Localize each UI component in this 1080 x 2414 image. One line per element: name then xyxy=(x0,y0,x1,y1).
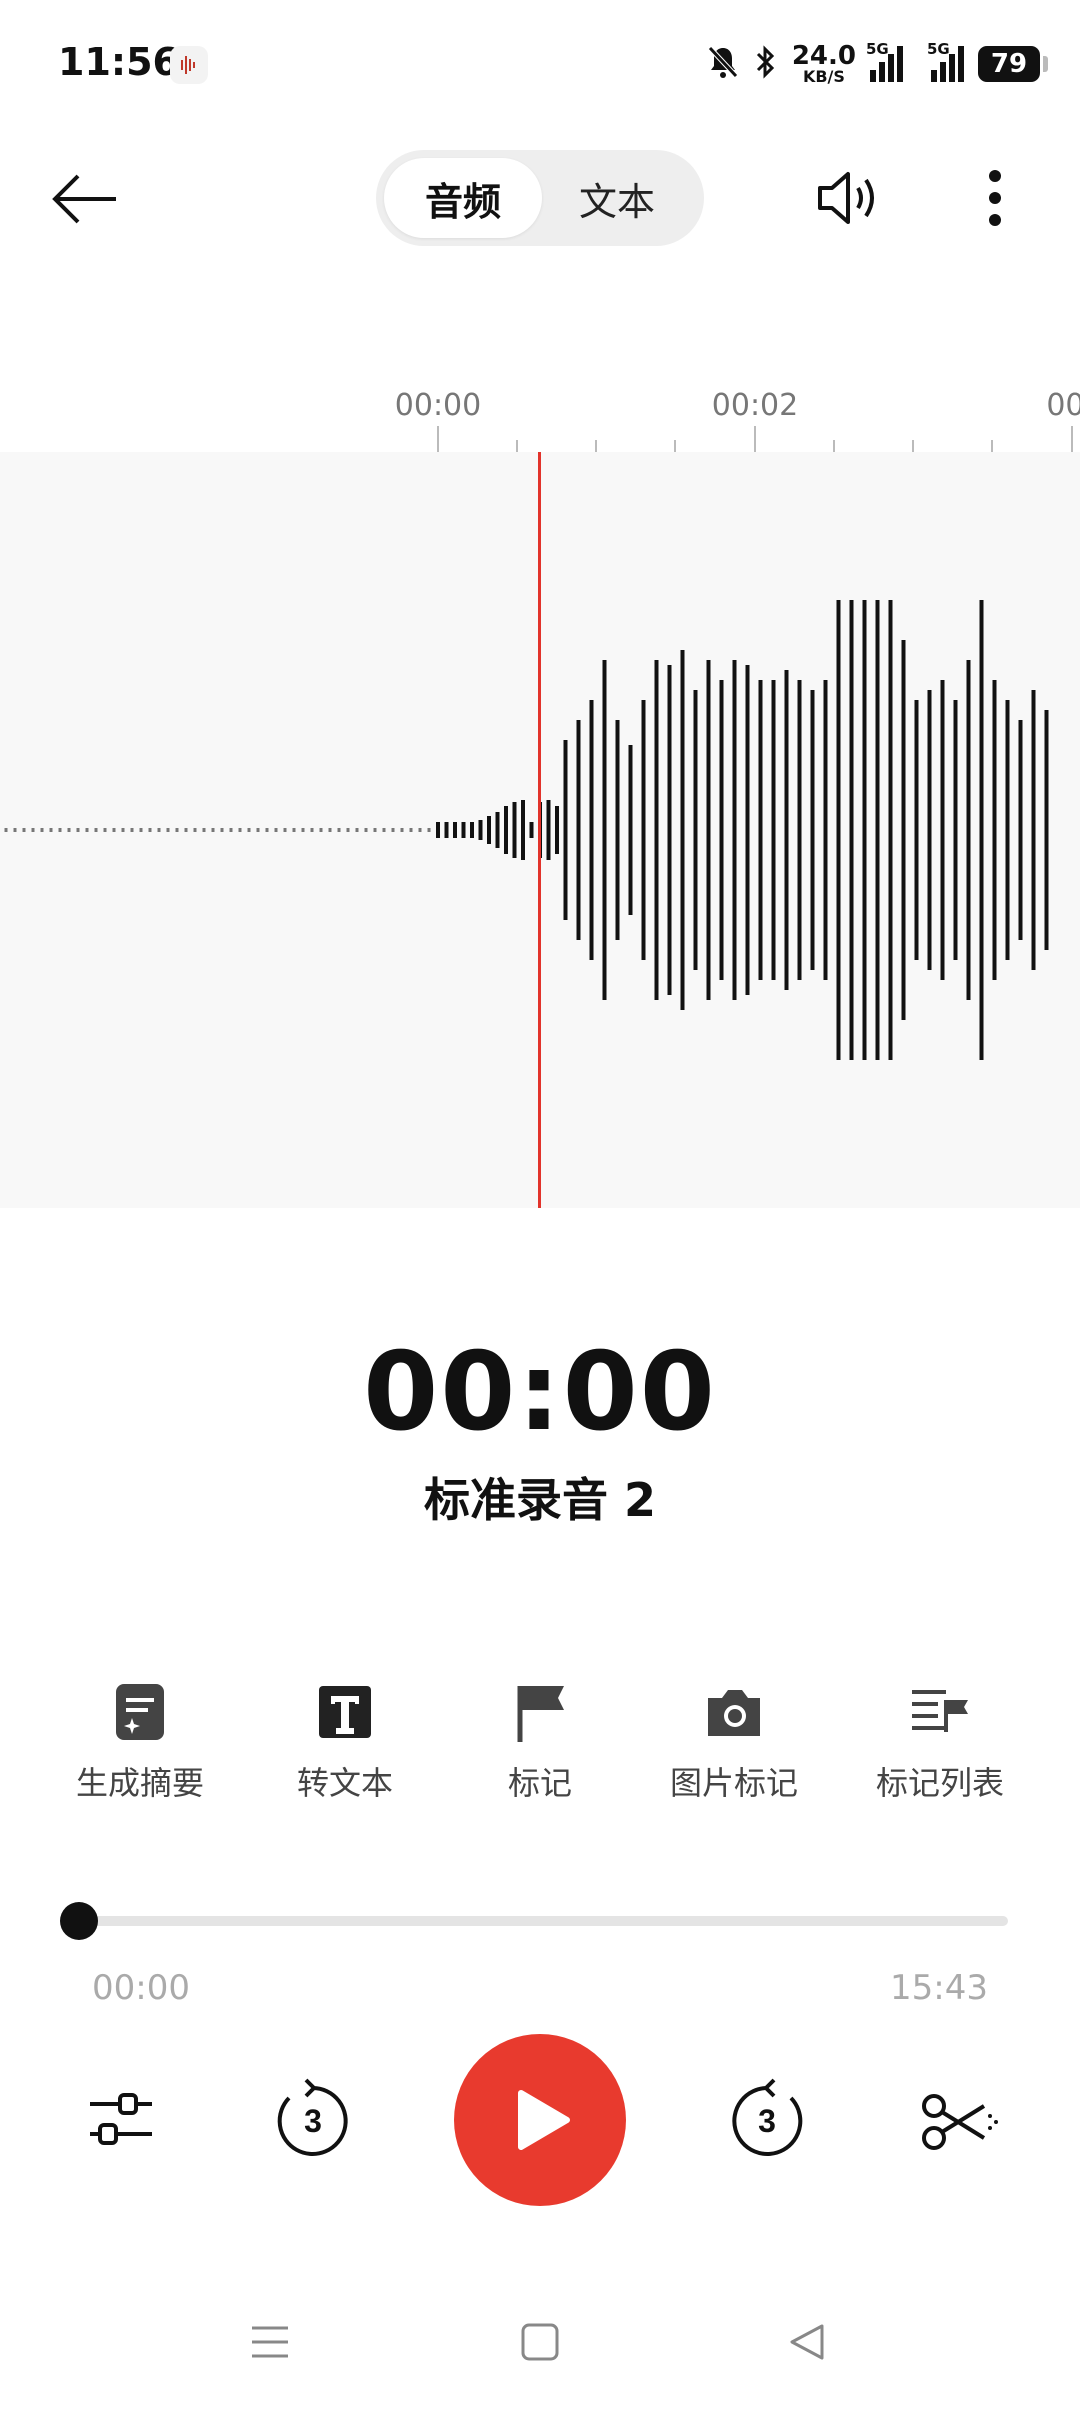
back-nav-icon[interactable] xyxy=(786,2322,826,2362)
mark-button[interactable]: 标记 xyxy=(440,1680,640,1804)
total-duration: 15:43 xyxy=(890,1968,988,2008)
progress-track[interactable] xyxy=(80,1916,1008,1926)
tool-label: 图片标记 xyxy=(669,1764,798,1802)
flag-icon xyxy=(508,1680,572,1744)
mark-list-icon xyxy=(908,1680,972,1744)
home-icon[interactable] xyxy=(520,2322,560,2362)
net-speed-value: 24.0 xyxy=(791,41,856,71)
recorder-notification-icon xyxy=(170,46,208,84)
mark-list-button[interactable]: 标记列表 xyxy=(840,1680,1040,1804)
tool-bar: 生成摘要 转文本 标记 图片标记 标记列表 xyxy=(40,1680,1040,1820)
arrow-left-icon xyxy=(52,174,116,224)
progress-knob[interactable] xyxy=(60,1902,98,1940)
mute-bell-icon xyxy=(706,44,740,84)
audio-text-segmented-control: 音频 文本 xyxy=(376,150,704,246)
transcribe-button[interactable]: 转文本 xyxy=(245,1680,445,1804)
battery-level: 79 xyxy=(990,49,1028,79)
play-icon xyxy=(518,2090,570,2150)
tool-label: 生成摘要 xyxy=(75,1764,204,1802)
camera-icon xyxy=(702,1680,766,1744)
elapsed-time: 00:00 xyxy=(92,1968,190,2008)
tool-label: 转文本 xyxy=(296,1764,393,1802)
forward-3s-button[interactable]: 3 xyxy=(722,2076,812,2166)
text-t-icon xyxy=(313,1680,377,1744)
rewind-3s-button[interactable]: 3 xyxy=(268,2076,358,2166)
speaker-button[interactable] xyxy=(812,162,884,234)
more-vertical-icon xyxy=(989,170,1001,226)
ruler-ticks xyxy=(437,426,1073,452)
sliders-icon xyxy=(90,2093,152,2145)
play-button[interactable] xyxy=(454,2034,626,2206)
system-nav-bar xyxy=(0,2300,1080,2414)
recent-apps-icon[interactable] xyxy=(250,2322,290,2362)
summary-doc-icon xyxy=(108,1680,172,1744)
photo-mark-button[interactable]: 图片标记 xyxy=(634,1680,834,1804)
signal-1-label: 5G xyxy=(866,40,889,58)
net-speed: 24.0 KB/S xyxy=(792,43,856,85)
net-speed-unit: KB/S xyxy=(802,67,845,86)
trim-button[interactable] xyxy=(914,2076,1004,2166)
rewind-icon: 3 xyxy=(277,2078,348,2156)
forward-icon: 3 xyxy=(732,2078,803,2156)
tool-label: 标记 xyxy=(507,1764,572,1802)
signal-strength-icon: 5G xyxy=(866,40,903,82)
forward-seconds: 3 xyxy=(758,2103,776,2139)
current-time-display: 00:00 xyxy=(363,1330,717,1455)
timeline-ruler: 00:00 00:02 00:0 xyxy=(0,380,1080,452)
rewind-seconds: 3 xyxy=(304,2103,322,2139)
signal-2-label: 5G xyxy=(927,40,950,58)
generate-summary-button[interactable]: 生成摘要 xyxy=(40,1680,240,1804)
audio-settings-button[interactable] xyxy=(76,2076,166,2166)
more-options-button[interactable] xyxy=(970,162,1020,234)
battery-icon: 79 xyxy=(978,46,1048,82)
status-time: 11:56 xyxy=(58,40,179,84)
recording-title: 标准录音 2 xyxy=(423,1473,657,1527)
status-bar: 11:56 24.0 KB/S 5G 5G 79 xyxy=(0,0,1080,130)
signal-strength-2-icon: 5G xyxy=(927,40,964,82)
tab-audio[interactable]: 音频 xyxy=(384,158,542,238)
scissors-icon xyxy=(922,2094,998,2150)
speaker-icon xyxy=(818,172,874,224)
tool-label: 标记列表 xyxy=(875,1764,1004,1802)
back-button[interactable] xyxy=(50,166,120,236)
tab-text[interactable]: 文本 xyxy=(538,158,696,238)
playhead[interactable] xyxy=(538,452,541,1208)
bluetooth-icon xyxy=(754,44,778,84)
